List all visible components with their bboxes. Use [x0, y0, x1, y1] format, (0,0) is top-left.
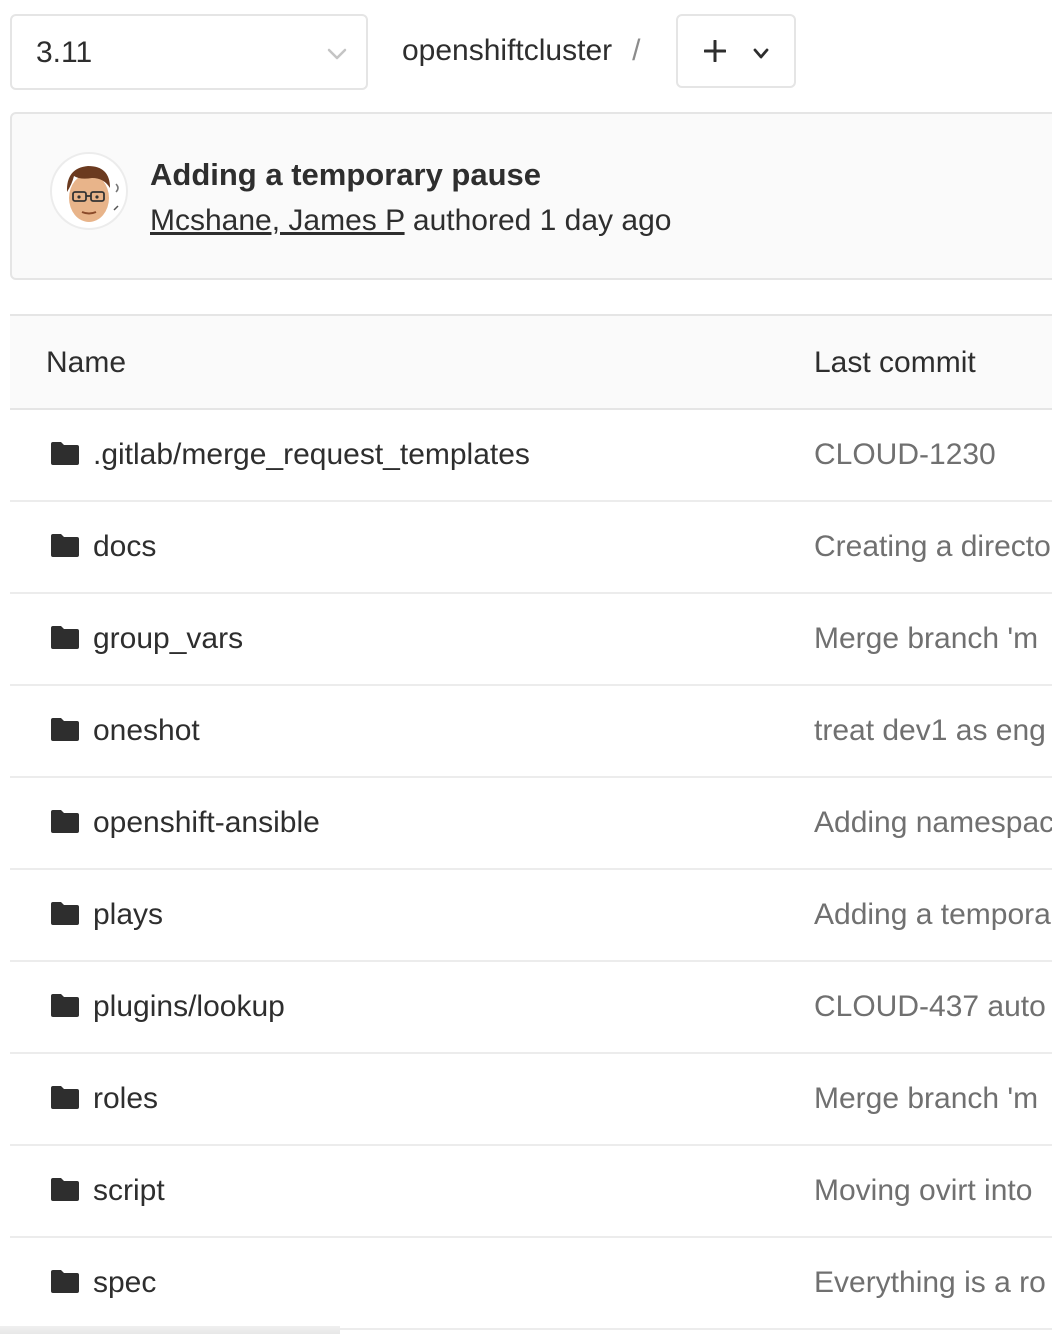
bottom-edge [0, 1326, 340, 1334]
chevron-down-icon [327, 48, 347, 60]
folder-name-link[interactable]: oneshot [93, 712, 200, 750]
folder-name-link[interactable]: spec [93, 1264, 156, 1302]
column-header-name: Name [46, 346, 127, 379]
plus-icon [704, 40, 726, 62]
folder-icon [51, 994, 79, 1017]
folder-icon [51, 1178, 79, 1201]
folder-name-link[interactable]: openshift-ansible [93, 804, 320, 842]
folder-name-link[interactable]: plugins/lookup [93, 988, 285, 1026]
user-avatar-icon [66, 166, 119, 222]
commit-title[interactable]: Adding a temporary pause [150, 156, 541, 194]
table-row[interactable]: roles Merge branch 'm [10, 1054, 1052, 1146]
branch-selector[interactable]: 3.11 [10, 14, 368, 90]
folder-name-link[interactable]: roles [93, 1080, 158, 1118]
table-row[interactable]: oneshot treat dev1 as eng [10, 686, 1052, 778]
add-to-tree-dropdown[interactable] [676, 14, 796, 88]
breadcrumb-separator: / [632, 34, 641, 67]
row-commit-message-link[interactable]: Moving ovirt into [814, 1172, 1032, 1210]
commit-meta: Mcshane, James P authored 1 day ago [150, 202, 671, 240]
folder-icon [51, 534, 79, 557]
table-row[interactable]: script Moving ovirt into [10, 1146, 1052, 1238]
commit-author-link[interactable]: Mcshane, James P [150, 204, 405, 237]
folder-name-link[interactable]: script [93, 1172, 165, 1210]
row-commit-message-link[interactable]: CLOUD-1230 [814, 436, 996, 474]
column-header-last-commit: Last commit [814, 346, 976, 379]
folder-name-link[interactable]: plays [93, 896, 163, 934]
last-commit-panel: Adding a temporary pause Mcshane, James … [10, 112, 1052, 280]
row-commit-message-link[interactable]: treat dev1 as eng [814, 712, 1046, 750]
table-header: Name Last commit [10, 316, 1052, 410]
folder-name-link[interactable]: docs [93, 528, 156, 566]
folder-icon [51, 1086, 79, 1109]
tree-rows: .gitlab/merge_request_templates CLOUD-12… [10, 410, 1052, 1330]
row-commit-message-link[interactable]: Everything is a ro [814, 1264, 1046, 1302]
row-commit-message-link[interactable]: Adding a tempora [814, 896, 1051, 934]
table-row[interactable]: openshift-ansible Adding namespac [10, 778, 1052, 870]
folder-icon [51, 718, 79, 741]
table-row[interactable]: plugins/lookup CLOUD-437 auto [10, 962, 1052, 1054]
row-commit-message-link[interactable]: Adding namespac [814, 804, 1052, 842]
table-row[interactable]: group_vars Merge branch 'm [10, 594, 1052, 686]
commit-authored-text: authored 1 day ago [404, 204, 672, 237]
row-commit-message-link[interactable]: Merge branch 'm [814, 1080, 1038, 1118]
folder-icon [51, 442, 79, 465]
chevron-down-icon [753, 48, 769, 59]
row-commit-message-link[interactable]: Creating a directo [814, 528, 1051, 566]
folder-icon [51, 902, 79, 925]
repo-nav: 3.11 openshiftcluster / [0, 0, 1052, 104]
folder-icon [51, 1270, 79, 1293]
table-row[interactable]: docs Creating a directo [10, 502, 1052, 594]
table-row[interactable]: .gitlab/merge_request_templates CLOUD-12… [10, 410, 1052, 502]
breadcrumb-project[interactable]: openshiftcluster [402, 34, 612, 67]
avatar[interactable] [50, 152, 128, 230]
folder-icon [51, 626, 79, 649]
table-row[interactable]: spec Everything is a ro [10, 1238, 1052, 1330]
row-commit-message-link[interactable]: Merge branch 'm [814, 620, 1038, 658]
folder-icon [51, 810, 79, 833]
row-commit-message-link[interactable]: CLOUD-437 auto [814, 988, 1046, 1026]
branch-name: 3.11 [36, 36, 93, 69]
folder-name-link[interactable]: group_vars [93, 620, 243, 658]
table-row[interactable]: plays Adding a tempora [10, 870, 1052, 962]
folder-name-link[interactable]: .gitlab/merge_request_templates [93, 436, 530, 474]
breadcrumb: openshiftcluster / [402, 32, 640, 70]
file-tree-table: Name Last commit .gitlab/merge_request_t… [10, 314, 1052, 1330]
